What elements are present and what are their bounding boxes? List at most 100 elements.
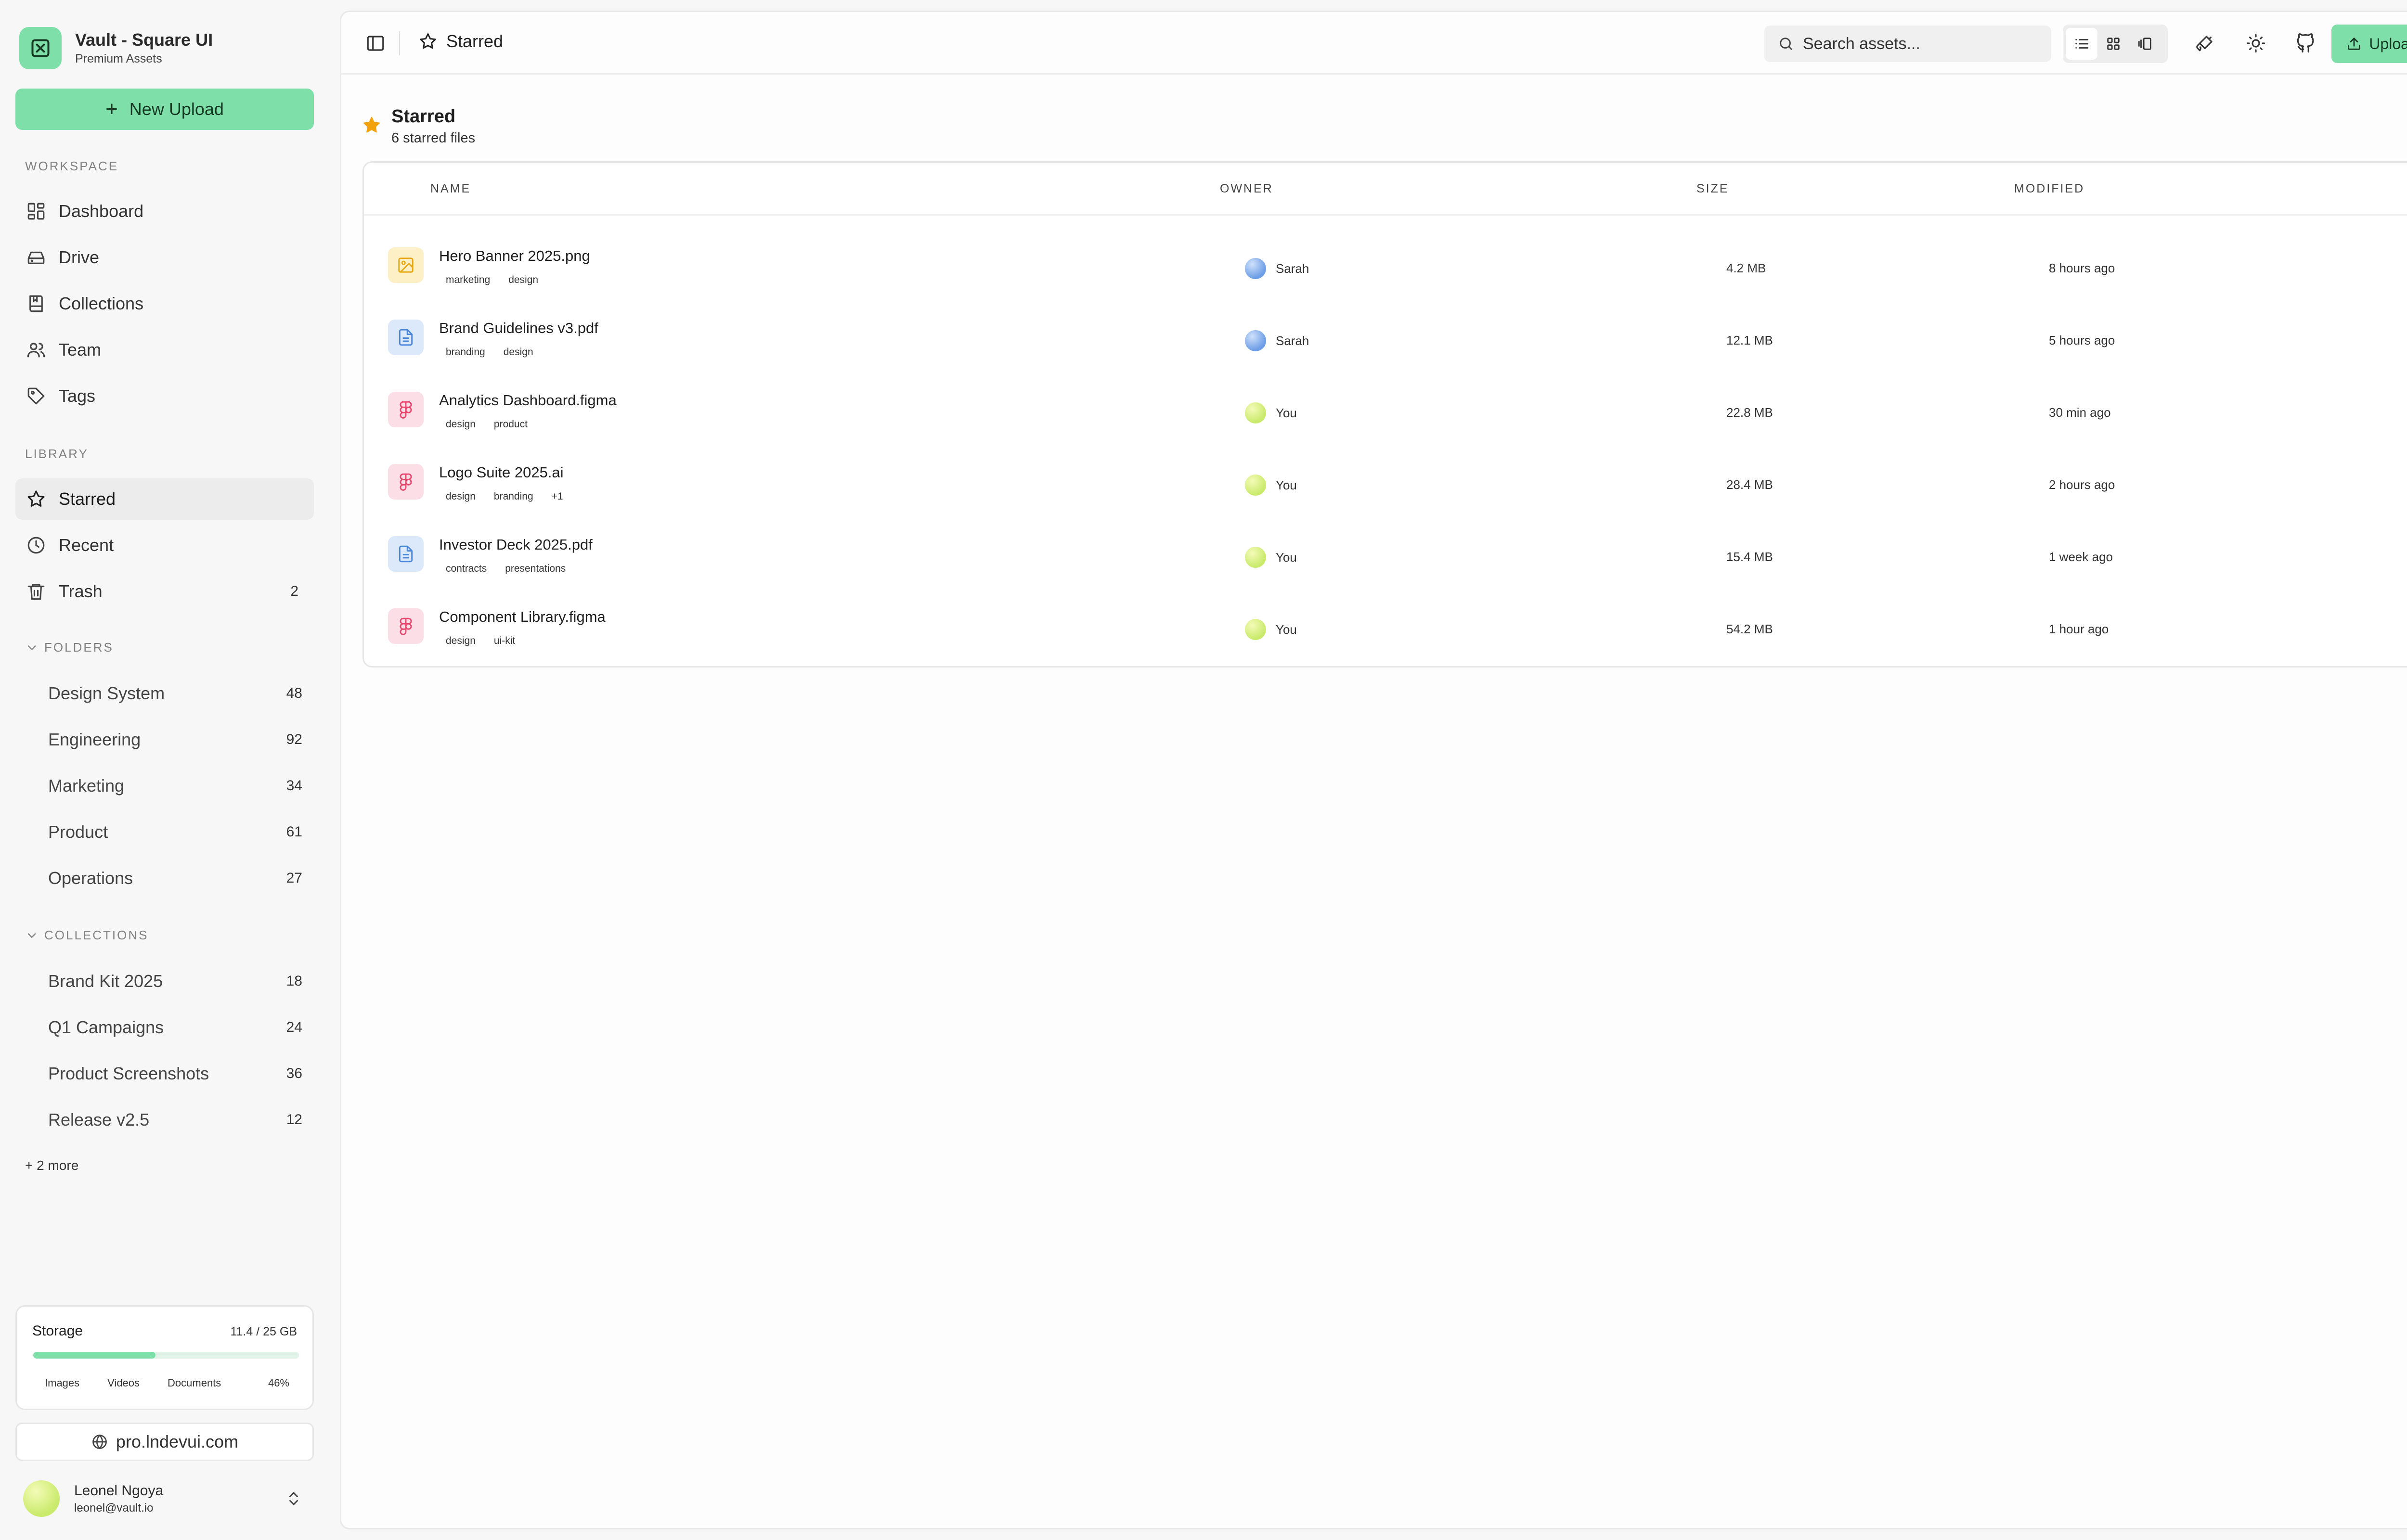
topbar: Starred Upload <box>341 12 2407 75</box>
sidebar-item-collections[interactable]: Collections <box>15 283 314 324</box>
column-header-size[interactable]: SIZE <box>1696 182 1729 196</box>
sidebar-item-dashboard[interactable]: Dashboard <box>15 191 314 232</box>
sidebar-item-drive[interactable]: Drive <box>15 237 314 278</box>
tag: marketing <box>446 274 491 285</box>
document-file-icon <box>388 320 424 355</box>
paintbrush-icon[interactable] <box>2194 32 2216 54</box>
table-row[interactable]: Investor Deck 2025.pdf contracts presenta… <box>364 519 2407 591</box>
sidebar-item-label: Tags <box>59 386 96 406</box>
file-size: 28.4 MB <box>1726 477 1773 492</box>
sun-icon[interactable] <box>2245 32 2267 54</box>
new-upload-button[interactable]: + New Upload <box>15 89 314 130</box>
collection-item[interactable]: Brand Kit 2025 18 <box>15 961 314 1002</box>
table-row[interactable]: Analytics Dashboard.figma design product … <box>364 374 2407 447</box>
tag: design <box>446 635 476 646</box>
owner-name: Sarah <box>1276 261 1309 276</box>
file-tags: marketing design <box>446 274 556 286</box>
collections-toggle[interactable]: COLLECTIONS <box>25 928 149 943</box>
brand[interactable]: Vault - Square UI Premium Assets <box>19 25 213 71</box>
owner-name: You <box>1276 405 1297 420</box>
avatar <box>1245 330 1266 351</box>
folder-item[interactable]: Design System 48 <box>15 673 314 714</box>
user-name: Leonel Ngoya <box>74 1483 164 1499</box>
sidebar-toggle-icon[interactable] <box>365 33 386 53</box>
figma-file-icon <box>388 392 424 427</box>
breadcrumb: Starred <box>418 31 503 51</box>
column-header-name[interactable]: NAME <box>430 182 471 196</box>
avatar <box>1245 402 1266 424</box>
owner-name: You <box>1276 622 1297 637</box>
brand-subtitle: Premium Assets <box>75 52 162 65</box>
columns-view-button[interactable] <box>2129 28 2161 60</box>
folder-item[interactable]: Product 61 <box>15 811 314 853</box>
table-row[interactable]: Component Library.figma design ui-kit You… <box>364 591 2407 663</box>
storage-legend: Images Videos Documents <box>45 1377 249 1389</box>
sidebar-item-starred[interactable]: Starred <box>15 478 314 520</box>
folders-toggle[interactable]: FOLDERS <box>25 640 114 655</box>
sidebar-item-recent[interactable]: Recent <box>15 525 314 566</box>
team-icon <box>26 340 46 360</box>
file-modified: 8 hours ago <box>2049 261 2115 275</box>
upload-button[interactable]: Upload <box>2331 25 2407 63</box>
collection-item[interactable]: Q1 Campaigns 24 <box>15 1007 314 1048</box>
file-name: Hero Banner 2025.png <box>439 247 590 264</box>
storage-card: Storage 11.4 / 25 GB Images Videos Docum… <box>15 1305 314 1410</box>
avatar <box>1245 258 1266 279</box>
collection-item[interactable]: Product Screenshots 36 <box>15 1053 314 1094</box>
table-header: NAME OWNER SIZE MODIFIED <box>364 163 2407 216</box>
folder-item[interactable]: Marketing 34 <box>15 765 314 807</box>
more-collections-link[interactable]: + 2 more <box>25 1158 78 1173</box>
file-owner: You <box>1245 547 1297 568</box>
globe-icon <box>91 1433 116 1450</box>
star-icon <box>26 489 46 509</box>
table-row[interactable]: Hero Banner 2025.png marketing design Sar… <box>364 230 2407 302</box>
grid-icon <box>2105 36 2122 52</box>
file-name: Brand Guidelines v3.pdf <box>439 320 598 336</box>
sidebar-item-label: Recent <box>59 535 114 555</box>
folder-label: Product <box>48 822 108 842</box>
column-header-owner[interactable]: OWNER <box>1220 182 1273 196</box>
sidebar-item-trash[interactable]: Trash 2 <box>15 571 314 612</box>
file-name: Logo Suite 2025.ai <box>439 464 564 481</box>
storage-progress-bar <box>33 1352 299 1359</box>
user-email: leonel@vault.io <box>74 1502 154 1514</box>
columns-icon <box>2137 36 2153 52</box>
table-row[interactable]: Brand Guidelines v3.pdf branding design S… <box>364 302 2407 374</box>
site-link-button[interactable]: pro.lndevui.com <box>15 1423 314 1461</box>
collections-icon <box>26 294 46 314</box>
file-owner: Sarah <box>1245 330 1309 351</box>
tag: presentations <box>505 563 566 574</box>
sidebar-item-team[interactable]: Team <box>15 329 314 371</box>
clock-icon <box>26 535 46 555</box>
file-tags: contracts presentations <box>446 563 584 575</box>
table-row[interactable]: Logo Suite 2025.ai design branding +1 You … <box>364 447 2407 519</box>
search-input[interactable] <box>1803 34 2034 53</box>
file-owner: Sarah <box>1245 258 1309 279</box>
column-header-modified[interactable]: MODIFIED <box>2014 182 2084 196</box>
chevrons-up-down-icon <box>285 1490 302 1507</box>
github-icon[interactable] <box>2295 32 2317 54</box>
vault-logo-icon <box>19 27 62 69</box>
tag: design <box>446 419 476 430</box>
legend-documents: Documents <box>168 1377 221 1389</box>
folder-item[interactable]: Operations 27 <box>15 858 314 899</box>
storage-title: Storage <box>32 1323 83 1339</box>
search-box[interactable] <box>1764 26 2051 62</box>
avatar <box>1245 547 1266 568</box>
storage-value: 11.4 / 25 GB <box>230 1325 297 1338</box>
collection-item[interactable]: Release v2.5 12 <box>15 1099 314 1141</box>
list-view-button[interactable] <box>2066 28 2097 60</box>
file-size: 22.8 MB <box>1726 405 1773 420</box>
collection-label: Product Screenshots <box>48 1064 209 1083</box>
user-menu[interactable]: Leonel Ngoya leonel@vault.io <box>23 1476 312 1522</box>
grid-view-button[interactable] <box>2097 28 2129 60</box>
folder-count: 27 <box>286 870 302 886</box>
sidebar-item-tags[interactable]: Tags <box>15 375 314 417</box>
avatar <box>1245 619 1266 640</box>
file-owner: You <box>1245 619 1297 640</box>
folder-item[interactable]: Engineering 92 <box>15 719 314 760</box>
owner-name: You <box>1276 477 1297 492</box>
star-filled-icon <box>362 115 382 135</box>
folder-count: 92 <box>286 732 302 747</box>
folder-count: 61 <box>286 824 302 840</box>
